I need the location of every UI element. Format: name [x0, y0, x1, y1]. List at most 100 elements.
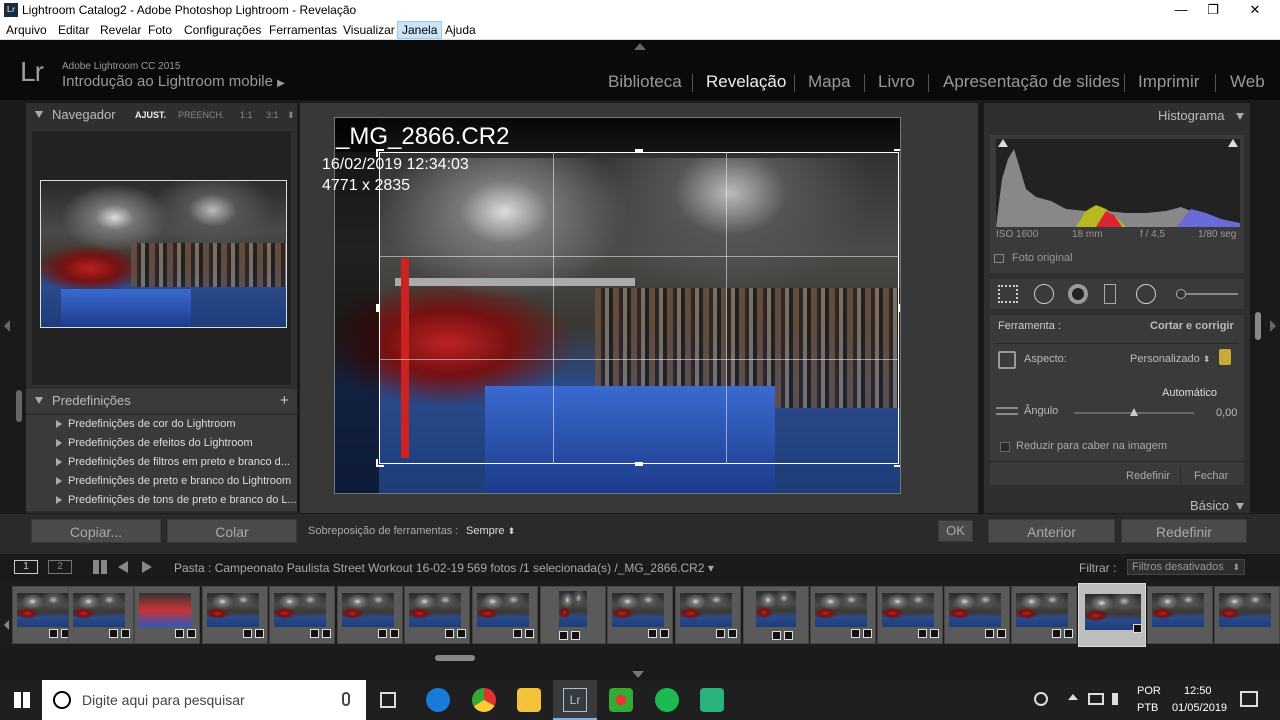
film-thumb[interactable] [1147, 586, 1213, 644]
app-icon-fruit[interactable] [609, 688, 633, 712]
film-thumb[interactable] [337, 586, 403, 644]
film-thumb[interactable] [607, 586, 673, 644]
lock-icon[interactable] [1219, 349, 1231, 365]
crop-handle-br[interactable] [894, 459, 900, 467]
right-scrollbar[interactable] [1255, 312, 1261, 340]
language-code[interactable]: POR [1137, 685, 1161, 697]
zoom-stepper-icon[interactable]: ⬍ [287, 103, 295, 127]
radial-filter-icon[interactable] [1136, 284, 1156, 304]
red-eye-icon[interactable] [1068, 284, 1088, 304]
film-thumb[interactable] [472, 586, 538, 644]
copy-button[interactable]: Copiar... [31, 519, 161, 543]
film-thumb[interactable] [675, 586, 741, 644]
preset-folder-bw-tone[interactable]: Predefinições de tons de preto e branco … [56, 491, 297, 509]
forward-arrow-icon[interactable] [142, 561, 152, 573]
menu-janela[interactable]: Janela [397, 21, 443, 39]
preset-folder-color[interactable]: Predefinições de cor do Lightroom [56, 415, 236, 433]
shadow-clip-icon[interactable] [998, 139, 1008, 147]
zoom-3-1[interactable]: 3:1 [266, 103, 279, 127]
menu-ferramentas[interactable]: Ferramentas [269, 23, 337, 37]
add-preset-icon[interactable]: + [280, 389, 289, 413]
navigator-header[interactable]: Navegador AJUST. PREENCH. 1:1 3:1 ⬍ [26, 103, 297, 127]
adjustment-brush-icon[interactable] [1176, 289, 1186, 299]
zoom-1-1[interactable]: 1:1 [240, 103, 253, 127]
film-thumb[interactable] [1214, 586, 1280, 644]
volume-icon[interactable] [1112, 693, 1122, 705]
presets-header[interactable]: Predefinições + [26, 389, 297, 413]
module-mapa[interactable]: Mapa [808, 72, 851, 92]
crop-handle-bl[interactable] [376, 459, 384, 467]
crop-handle-tr[interactable] [894, 149, 900, 157]
film-thumb[interactable] [68, 586, 134, 644]
lightroom-taskbar-button[interactable]: Lr [553, 680, 597, 720]
previous-button[interactable]: Anterior [988, 519, 1115, 543]
histogram-title[interactable]: Histograma [1158, 108, 1224, 123]
back-arrow-icon[interactable] [118, 561, 128, 573]
collapse-right-icon[interactable] [1270, 320, 1276, 332]
folder-path[interactable]: Pasta : Campeonato Paulista Street Worko… [174, 561, 464, 575]
app-icon-green[interactable] [700, 688, 724, 712]
edge-icon[interactable] [426, 688, 450, 712]
zoom-fit[interactable]: AJUST. [135, 103, 166, 127]
left-scrollbar[interactable] [16, 390, 22, 422]
paste-button[interactable]: Colar [167, 519, 297, 543]
film-thumb-selected[interactable] [1078, 583, 1146, 647]
collapse-bottom-icon[interactable] [632, 671, 644, 678]
constrain-checkbox[interactable] [1000, 442, 1010, 452]
menu-revelar[interactable]: Revelar [100, 23, 141, 37]
crop-handle-right[interactable] [898, 304, 900, 312]
aspect-select[interactable]: Personalizado ⬍ [1130, 353, 1210, 365]
filmstrip-left-icon[interactable] [4, 620, 9, 630]
ok-button[interactable]: OK [938, 520, 973, 542]
film-thumb[interactable] [269, 586, 335, 644]
chrome-icon[interactable] [472, 688, 496, 712]
film-thumb[interactable] [12, 586, 74, 644]
menu-foto[interactable]: Foto [148, 23, 172, 37]
preset-folder-bw[interactable]: Predefinições de preto e branco do Light… [56, 472, 291, 490]
film-thumb[interactable] [877, 586, 943, 644]
module-web[interactable]: Web [1230, 72, 1265, 92]
crop-handle-left[interactable] [376, 304, 380, 312]
film-thumb[interactable] [810, 586, 876, 644]
film-thumb[interactable] [743, 586, 809, 644]
mobile-intro-link[interactable]: Introdução ao Lightroom mobile ▶ [62, 73, 285, 90]
menu-ajuda[interactable]: Ajuda [445, 23, 476, 37]
crop-close-button[interactable]: Fechar [1194, 470, 1228, 482]
preset-folder-bw-filters[interactable]: Predefinições de filtros em preto e bran… [56, 453, 290, 471]
file-explorer-icon[interactable] [517, 688, 541, 712]
menu-arquivo[interactable]: Arquivo [6, 23, 47, 37]
photo-count[interactable]: 569 fotos /1 selecionada(s) /_MG_2866.CR… [467, 561, 714, 575]
angle-slider-track[interactable] [1074, 408, 1194, 416]
highlight-clip-icon[interactable] [1228, 139, 1238, 147]
reset-button[interactable]: Redefinir [1121, 519, 1247, 543]
module-biblioteca[interactable]: Biblioteca [608, 72, 682, 92]
maximize-button[interactable]: ❐ [1190, 1, 1236, 21]
film-thumb[interactable] [944, 586, 1010, 644]
close-button[interactable]: ✕ [1232, 1, 1278, 21]
zoom-fill[interactable]: PREENCH. [178, 103, 225, 127]
search-box[interactable]: Digite aqui para pesquisar [42, 680, 366, 720]
overlay-value-select[interactable]: Sempre ⬍ [466, 525, 515, 537]
crop-tool-icon[interactable] [998, 285, 1018, 303]
network-icon[interactable] [1088, 693, 1104, 705]
preset-folder-effects[interactable]: Predefinições de efeitos do Lightroom [56, 434, 253, 452]
angle-slider-thumb[interactable] [1130, 408, 1138, 416]
crop-frame[interactable] [379, 152, 899, 464]
secondary-window-button[interactable]: 2 [48, 560, 72, 574]
graduated-filter-icon[interactable] [1104, 284, 1116, 304]
menu-editar[interactable]: Editar [58, 23, 89, 37]
module-imprimir[interactable]: Imprimir [1138, 72, 1199, 92]
notification-icon[interactable] [1240, 691, 1258, 707]
crop-reset-button[interactable]: Redefinir [1126, 470, 1170, 482]
original-photo-icon[interactable] [994, 254, 1004, 263]
film-thumb[interactable] [540, 586, 606, 644]
module-livro[interactable]: Livro [878, 72, 915, 92]
people-icon[interactable] [1034, 692, 1048, 706]
module-slides[interactable]: Apresentação de slides [943, 72, 1120, 92]
navigator-thumbnail[interactable] [40, 180, 287, 328]
windows-start-icon[interactable] [14, 692, 30, 708]
menu-visualizar[interactable]: Visualizar [343, 23, 395, 37]
clock-time[interactable]: 12:50 [1184, 685, 1212, 697]
basic-title[interactable]: Básico [1190, 498, 1229, 513]
crop-handle-top[interactable] [635, 149, 643, 153]
